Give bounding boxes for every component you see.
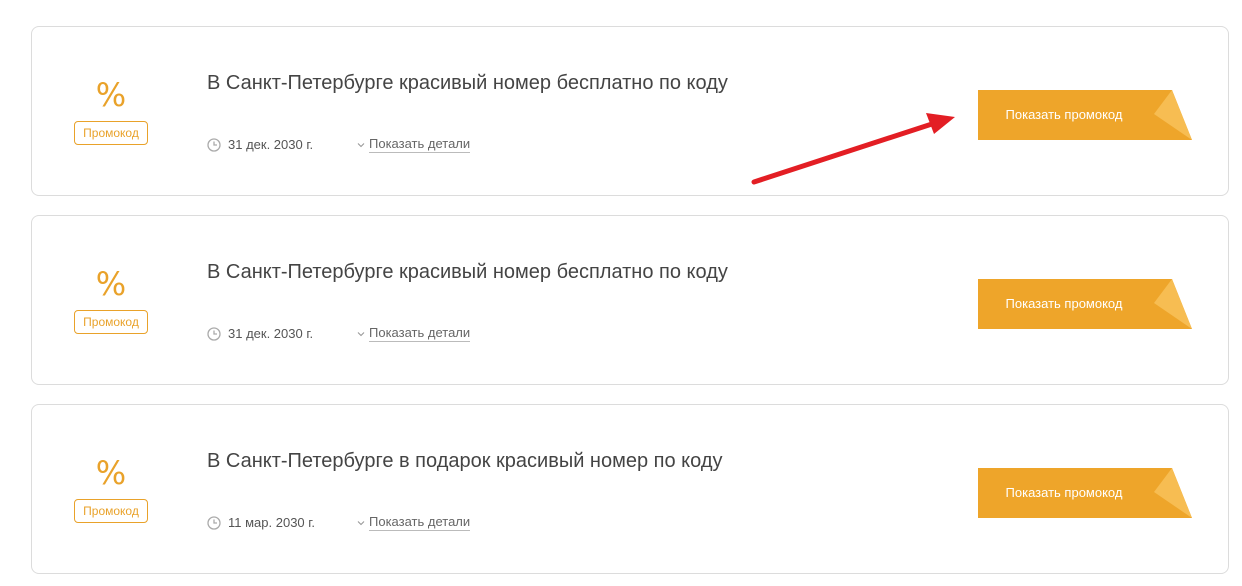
clock-icon [207, 137, 221, 152]
expiry-date: 31 дек. 2030 г. [228, 137, 314, 152]
chevron-down-icon [357, 331, 365, 336]
show-promo-label: Показать промокод [1005, 485, 1123, 500]
clock-icon [207, 326, 221, 341]
promo-type-badge: Промокод [74, 310, 148, 334]
show-details-label: Показать детали [369, 136, 471, 153]
promo-type-badge: Промокод [74, 499, 148, 523]
show-details-link[interactable]: Показать детали [357, 514, 471, 531]
show-details-label: Показать детали [369, 325, 471, 342]
offer-card: % Промокод В Санкт-Петербурге в подарок … [31, 404, 1229, 574]
offer-meta: 31 дек. 2030 г. Показать детали [207, 136, 471, 153]
offer-meta: 11 мар. 2030 г. Показать детали [207, 514, 471, 531]
offer-type: % Промокод [72, 77, 150, 145]
offer-card: % Промокод В Санкт-Петербурге красивый н… [31, 26, 1229, 196]
percent-icon: % [95, 76, 127, 114]
promo-type-badge: Промокод [74, 121, 148, 145]
offer-card: % Промокод В Санкт-Петербурге красивый н… [31, 215, 1229, 385]
offer-type: % Промокод [72, 266, 150, 334]
expiry-date: 31 дек. 2030 г. [228, 326, 314, 341]
chevron-down-icon [357, 142, 365, 147]
show-details-label: Показать детали [369, 514, 471, 531]
percent-icon: % [95, 265, 127, 303]
show-details-link[interactable]: Показать детали [357, 325, 471, 342]
expiry-date: 11 мар. 2030 г. [228, 515, 316, 530]
offer-title: В Санкт-Петербурге красивый номер беспла… [207, 72, 728, 94]
offer-title: В Санкт-Петербурге в подарок красивый но… [207, 450, 723, 472]
show-details-link[interactable]: Показать детали [357, 136, 471, 153]
show-promo-button[interactable]: Показать промокод [978, 279, 1192, 329]
offer-meta: 31 дек. 2030 г. Показать детали [207, 325, 471, 342]
show-promo-button[interactable]: Показать промокод [978, 468, 1192, 518]
offer-title: В Санкт-Петербурге красивый номер беспла… [207, 261, 728, 283]
show-promo-label: Показать промокод [1005, 296, 1123, 311]
show-promo-label: Показать промокод [1005, 107, 1123, 122]
show-promo-button[interactable]: Показать промокод [978, 90, 1192, 140]
offer-type: % Промокод [72, 455, 150, 523]
clock-icon [207, 515, 221, 530]
percent-icon: % [95, 454, 127, 492]
chevron-down-icon [357, 520, 365, 525]
